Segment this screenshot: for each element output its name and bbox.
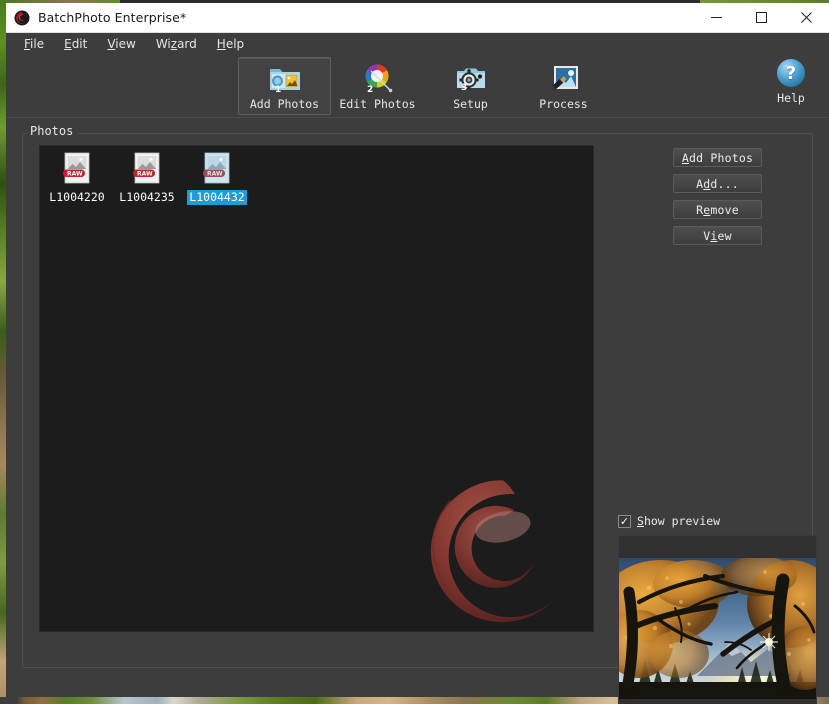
show-preview-label: Show preview — [637, 514, 721, 528]
svg-text:3: 3 — [461, 83, 467, 93]
minimize-button[interactable] — [694, 3, 739, 32]
remove-button[interactable]: Re move — [673, 200, 762, 219]
preview-panel[interactable] — [618, 535, 817, 704]
thumbnail-label: L1004220 — [49, 190, 105, 204]
svg-text:2: 2 — [367, 85, 373, 94]
help-circle-icon: ? — [777, 59, 805, 87]
title-bar: BatchPhoto Enterprise* — [6, 3, 829, 33]
toolbar-button-add-photos[interactable]: 1 Add Photos — [238, 57, 331, 115]
raw-file-icon: RAW — [202, 152, 232, 186]
menu-view[interactable]: View — [97, 35, 145, 53]
menu-bar: File Edit View Wizard Help — [6, 33, 829, 55]
color-wheel-icon: 2 — [361, 62, 395, 95]
svg-text:RAW: RAW — [137, 170, 153, 177]
toolbar-label-process: Process — [539, 97, 588, 111]
thumbnail-item-selected[interactable]: RAW L1004432 — [182, 150, 252, 205]
maximize-button[interactable] — [739, 3, 784, 32]
debian-swirl-watermark — [430, 480, 557, 623]
toolbar-button-process[interactable]: Process — [517, 57, 610, 115]
toolbar-button-edit-photos[interactable]: 2 Edit Photos — [331, 57, 424, 115]
toolbar-button-help[interactable]: ? Help — [761, 59, 821, 105]
svg-text:RAW: RAW — [67, 170, 83, 177]
menu-edit[interactable]: Edit — [54, 35, 97, 53]
raw-file-icon: RAW — [132, 152, 162, 186]
menu-wizard[interactable]: Wizard — [146, 35, 207, 53]
menu-file[interactable]: File — [14, 35, 54, 53]
add-photos-button[interactable]: Add Photos — [673, 148, 762, 167]
application-window: BatchPhoto Enterprise* File Edit View Wi… — [6, 3, 829, 704]
toolbar-label-setup: Setup — [453, 97, 488, 111]
photo-action-buttons: Add Photos Ad d... Re move Vi ew — [673, 148, 762, 252]
preview-image — [619, 558, 816, 699]
window-title: BatchPhoto Enterprise* — [38, 10, 187, 25]
show-preview-checkbox[interactable]: ✓ — [618, 514, 631, 528]
raw-file-icon: RAW — [62, 152, 92, 186]
window-body: Photos RAW L1004220 RAW L1004235 RAW L10… — [6, 118, 829, 704]
menu-help[interactable]: Help — [207, 35, 254, 53]
thumbnail-item[interactable]: RAW L1004220 — [42, 150, 112, 205]
close-button[interactable] — [784, 3, 829, 32]
photos-group-box: Photos RAW L1004220 RAW L1004235 RAW L10… — [22, 124, 817, 704]
camera-gear-icon: 3 — [454, 62, 488, 94]
toolbar-label-help: Help — [777, 91, 805, 105]
svg-text:RAW: RAW — [207, 170, 223, 177]
main-toolbar: 1 Add Photos 2 Edit Photos 3 Setup Proce… — [6, 55, 829, 118]
add-button[interactable]: Ad d... — [673, 174, 762, 193]
svg-text:1: 1 — [275, 85, 281, 94]
thumbnail-label: L1004432 — [187, 190, 247, 205]
view-button[interactable]: Vi ew — [673, 226, 762, 245]
thumbnail-grid: RAW L1004220 RAW L1004235 RAW L1004432 — [42, 150, 252, 205]
photo-process-icon — [547, 62, 581, 94]
app-logo-icon — [14, 10, 30, 26]
toolbar-label-add-photos: Add Photos — [249, 97, 320, 111]
thumbnail-label: L1004235 — [119, 190, 175, 204]
folder-photos-icon: 1 — [268, 62, 302, 95]
photo-list-area[interactable]: RAW L1004220 RAW L1004235 RAW L1004432 — [39, 145, 594, 632]
photos-group-label: Photos — [26, 124, 78, 138]
toolbar-button-setup[interactable]: 3 Setup — [424, 57, 517, 115]
toolbar-label-edit-photos: Edit Photos — [339, 97, 416, 111]
show-preview-checkbox-row[interactable]: ✓ Show preview — [618, 514, 720, 528]
thumbnail-item[interactable]: RAW L1004235 — [112, 150, 182, 205]
